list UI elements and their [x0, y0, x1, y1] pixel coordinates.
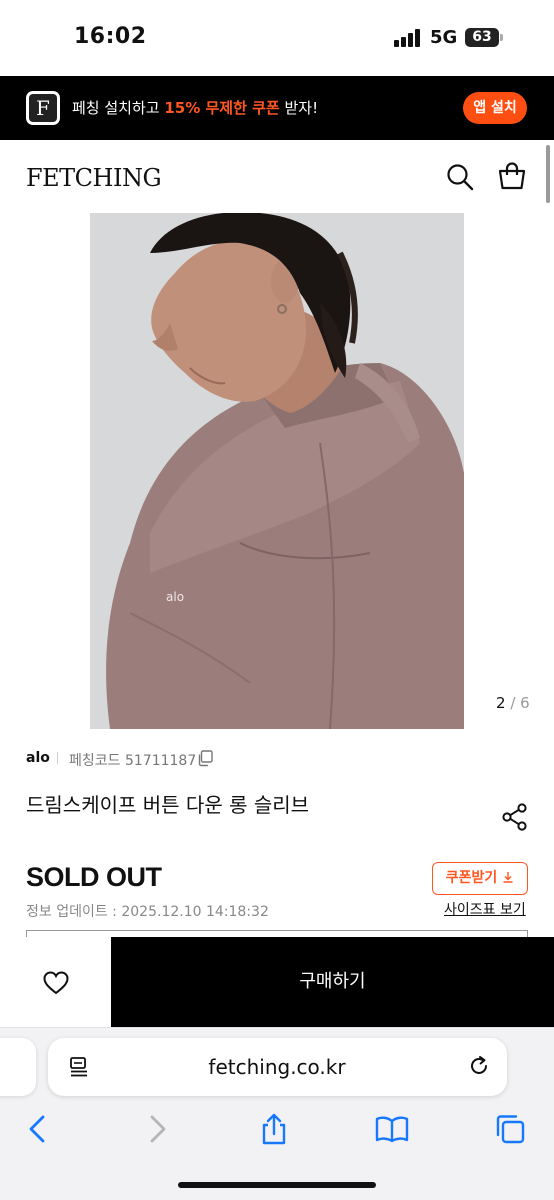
network-type: 5G — [430, 27, 458, 48]
search-icon[interactable] — [446, 163, 474, 191]
tabs-icon[interactable] — [494, 1113, 526, 1145]
divider — [57, 752, 58, 764]
product-image[interactable]: alo — [90, 213, 464, 729]
signal-icon — [394, 29, 422, 47]
download-icon — [503, 872, 513, 883]
copy-icon[interactable] — [197, 750, 213, 767]
banner-text: 페칭 설치하고 15% 무제한 쿠폰 받자! — [72, 99, 319, 117]
wishlist-button[interactable] — [0, 937, 111, 1027]
share-sheet-icon[interactable] — [258, 1113, 290, 1145]
status-bar: 16:02 5G 63 — [0, 0, 554, 76]
buy-button[interactable]: 구매하기 — [111, 937, 554, 1027]
page-scrollbar[interactable] — [546, 145, 550, 203]
banner-highlight: 15% 무제한 쿠폰 — [164, 99, 280, 117]
coupon-button[interactable]: 쿠폰받기 — [432, 862, 528, 895]
battery-level: 63 — [465, 28, 499, 47]
battery-icon: 63 — [465, 28, 503, 47]
reload-icon[interactable] — [467, 1054, 491, 1078]
sold-out-status: SOLD OUT — [26, 862, 162, 892]
bookmarks-icon[interactable] — [375, 1113, 409, 1145]
image-counter: 2 / 6 — [496, 694, 530, 712]
back-icon[interactable] — [22, 1113, 54, 1145]
update-info: 정보 업데이트 : 2025.12.10 14:18:32 — [26, 904, 269, 920]
share-icon[interactable] — [502, 803, 528, 831]
product-code: 페칭코드 51711187 — [69, 753, 197, 769]
shopping-bag-icon[interactable] — [497, 161, 527, 191]
product-title: 드림스케이프 버튼 다운 롱 슬리브 — [26, 793, 310, 817]
heart-icon — [43, 971, 69, 995]
brand-name[interactable]: alo — [26, 750, 50, 766]
status-time: 16:02 — [74, 24, 147, 49]
site-logo[interactable]: FETCHING — [26, 164, 162, 192]
size-chart-link[interactable]: 사이즈표 보기 — [444, 899, 526, 919]
home-indicator — [178, 1182, 376, 1188]
install-app-button[interactable]: 앱 설치 — [463, 92, 527, 124]
forward-icon[interactable] — [141, 1113, 173, 1145]
image-brand-mark: alo — [166, 590, 184, 604]
app-logo-icon: F — [26, 91, 60, 125]
